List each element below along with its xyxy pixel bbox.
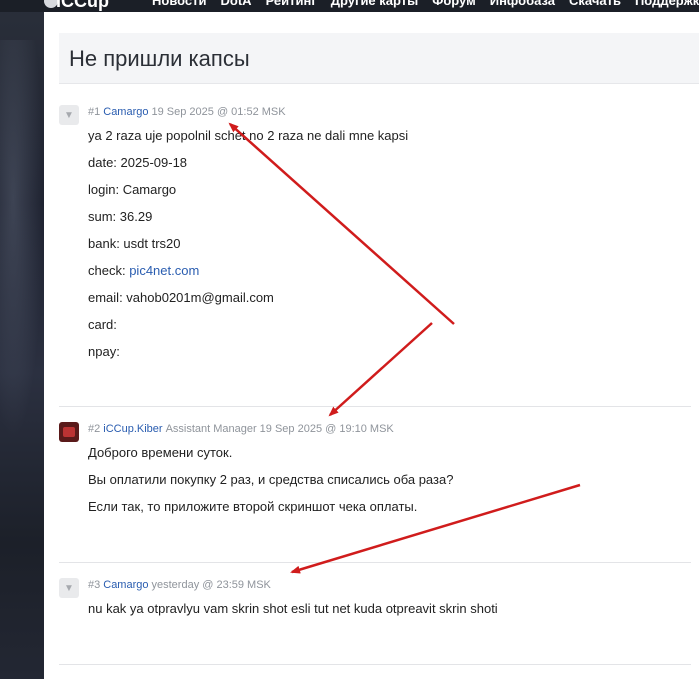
post-line: ya 2 raza uje popolnil schet no 2 raza n… [88, 128, 409, 143]
main-content: Не пришли капсы ▼ #1 Camargo 19 Sep 2025 @… [44, 12, 699, 679]
post-date: 19 Sep 2025 @ 01:52 MSK [151, 106, 286, 118]
post-number[interactable]: #2 [88, 423, 100, 435]
post-line: email: vahob0201m@gmail.com [88, 290, 274, 305]
post-body: nu kak ya otpravlyu vam skrin shot esli … [88, 595, 498, 622]
title-bar: Не пришли капсы [59, 33, 699, 84]
top-navigation: ICCup Новости DotA Рейтинг Другие карты … [0, 0, 699, 12]
post-body: Доброго времени суток. Вы оплатили покуп… [88, 439, 453, 520]
post-date: yesterday @ 23:59 MSK [151, 579, 271, 591]
post-line: card: [88, 317, 117, 332]
nav-item-support[interactable]: Поддержка [635, 0, 699, 8]
nav-item-infobase[interactable]: Инфобаза [490, 0, 555, 8]
avatar-image[interactable] [59, 422, 79, 442]
post-line-check: check: pic4net.com [88, 257, 408, 284]
nav-item-news[interactable]: Новости [152, 0, 207, 8]
post-number[interactable]: #1 [88, 106, 100, 118]
post-divider [59, 406, 691, 407]
check-link[interactable]: pic4net.com [129, 263, 199, 278]
nav-menu: Новости DotA Рейтинг Другие карты Форум … [152, 0, 699, 8]
post-number[interactable]: #3 [88, 579, 100, 591]
post-line: npay: [88, 344, 120, 359]
post-line: nu kak ya otpravlyu vam skrin shot esli … [88, 601, 498, 616]
nav-item-rating[interactable]: Рейтинг [266, 0, 317, 8]
page-background [0, 0, 44, 679]
nav-item-download[interactable]: Скачать [569, 0, 621, 8]
nav-item-other-maps[interactable]: Другие карты [331, 0, 418, 8]
post-author[interactable]: Camargo [103, 579, 148, 591]
post-meta: #3 Camargo yesterday @ 23:59 MSK [88, 578, 271, 592]
post-line: Доброго времени суток. [88, 445, 233, 460]
post-meta: #1 Camargo 19 Sep 2025 @ 01:52 MSK [88, 105, 286, 119]
post-line: bank: usdt trs20 [88, 236, 181, 251]
post-divider [59, 664, 691, 665]
nav-item-dota[interactable]: DotA [221, 0, 252, 8]
post-line: Вы оплатили покупку 2 раз, и средства сп… [88, 472, 454, 487]
post-line: Если так, то приложите второй скриншот ч… [88, 499, 418, 514]
post-line: sum: 36.29 [88, 209, 153, 224]
site-logo[interactable]: ICCup [56, 0, 109, 12]
check-label: check: [88, 263, 126, 278]
post-body: ya 2 raza uje popolnil schet no 2 raza n… [88, 122, 408, 365]
post-meta: #2 iCCup.Kiber Assistant Manager 19 Sep 202… [88, 422, 394, 436]
post-author[interactable]: iCCup.Kiber [103, 423, 162, 435]
post-divider [59, 562, 691, 563]
author-role: Assistant Manager [165, 423, 257, 435]
post-line: date: 2025-09-18 [88, 155, 188, 170]
post-date: 19 Sep 2025 @ 19:10 MSK [259, 423, 394, 435]
page-title: Не пришли капсы [69, 46, 250, 71]
nav-item-forum[interactable]: Форум [432, 0, 475, 8]
post-line: login: Camargo [88, 182, 177, 197]
avatar-placeholder-icon[interactable]: ▼ [59, 105, 79, 125]
avatar-placeholder-icon[interactable]: ▼ [59, 578, 79, 598]
post-author[interactable]: Camargo [103, 106, 148, 118]
